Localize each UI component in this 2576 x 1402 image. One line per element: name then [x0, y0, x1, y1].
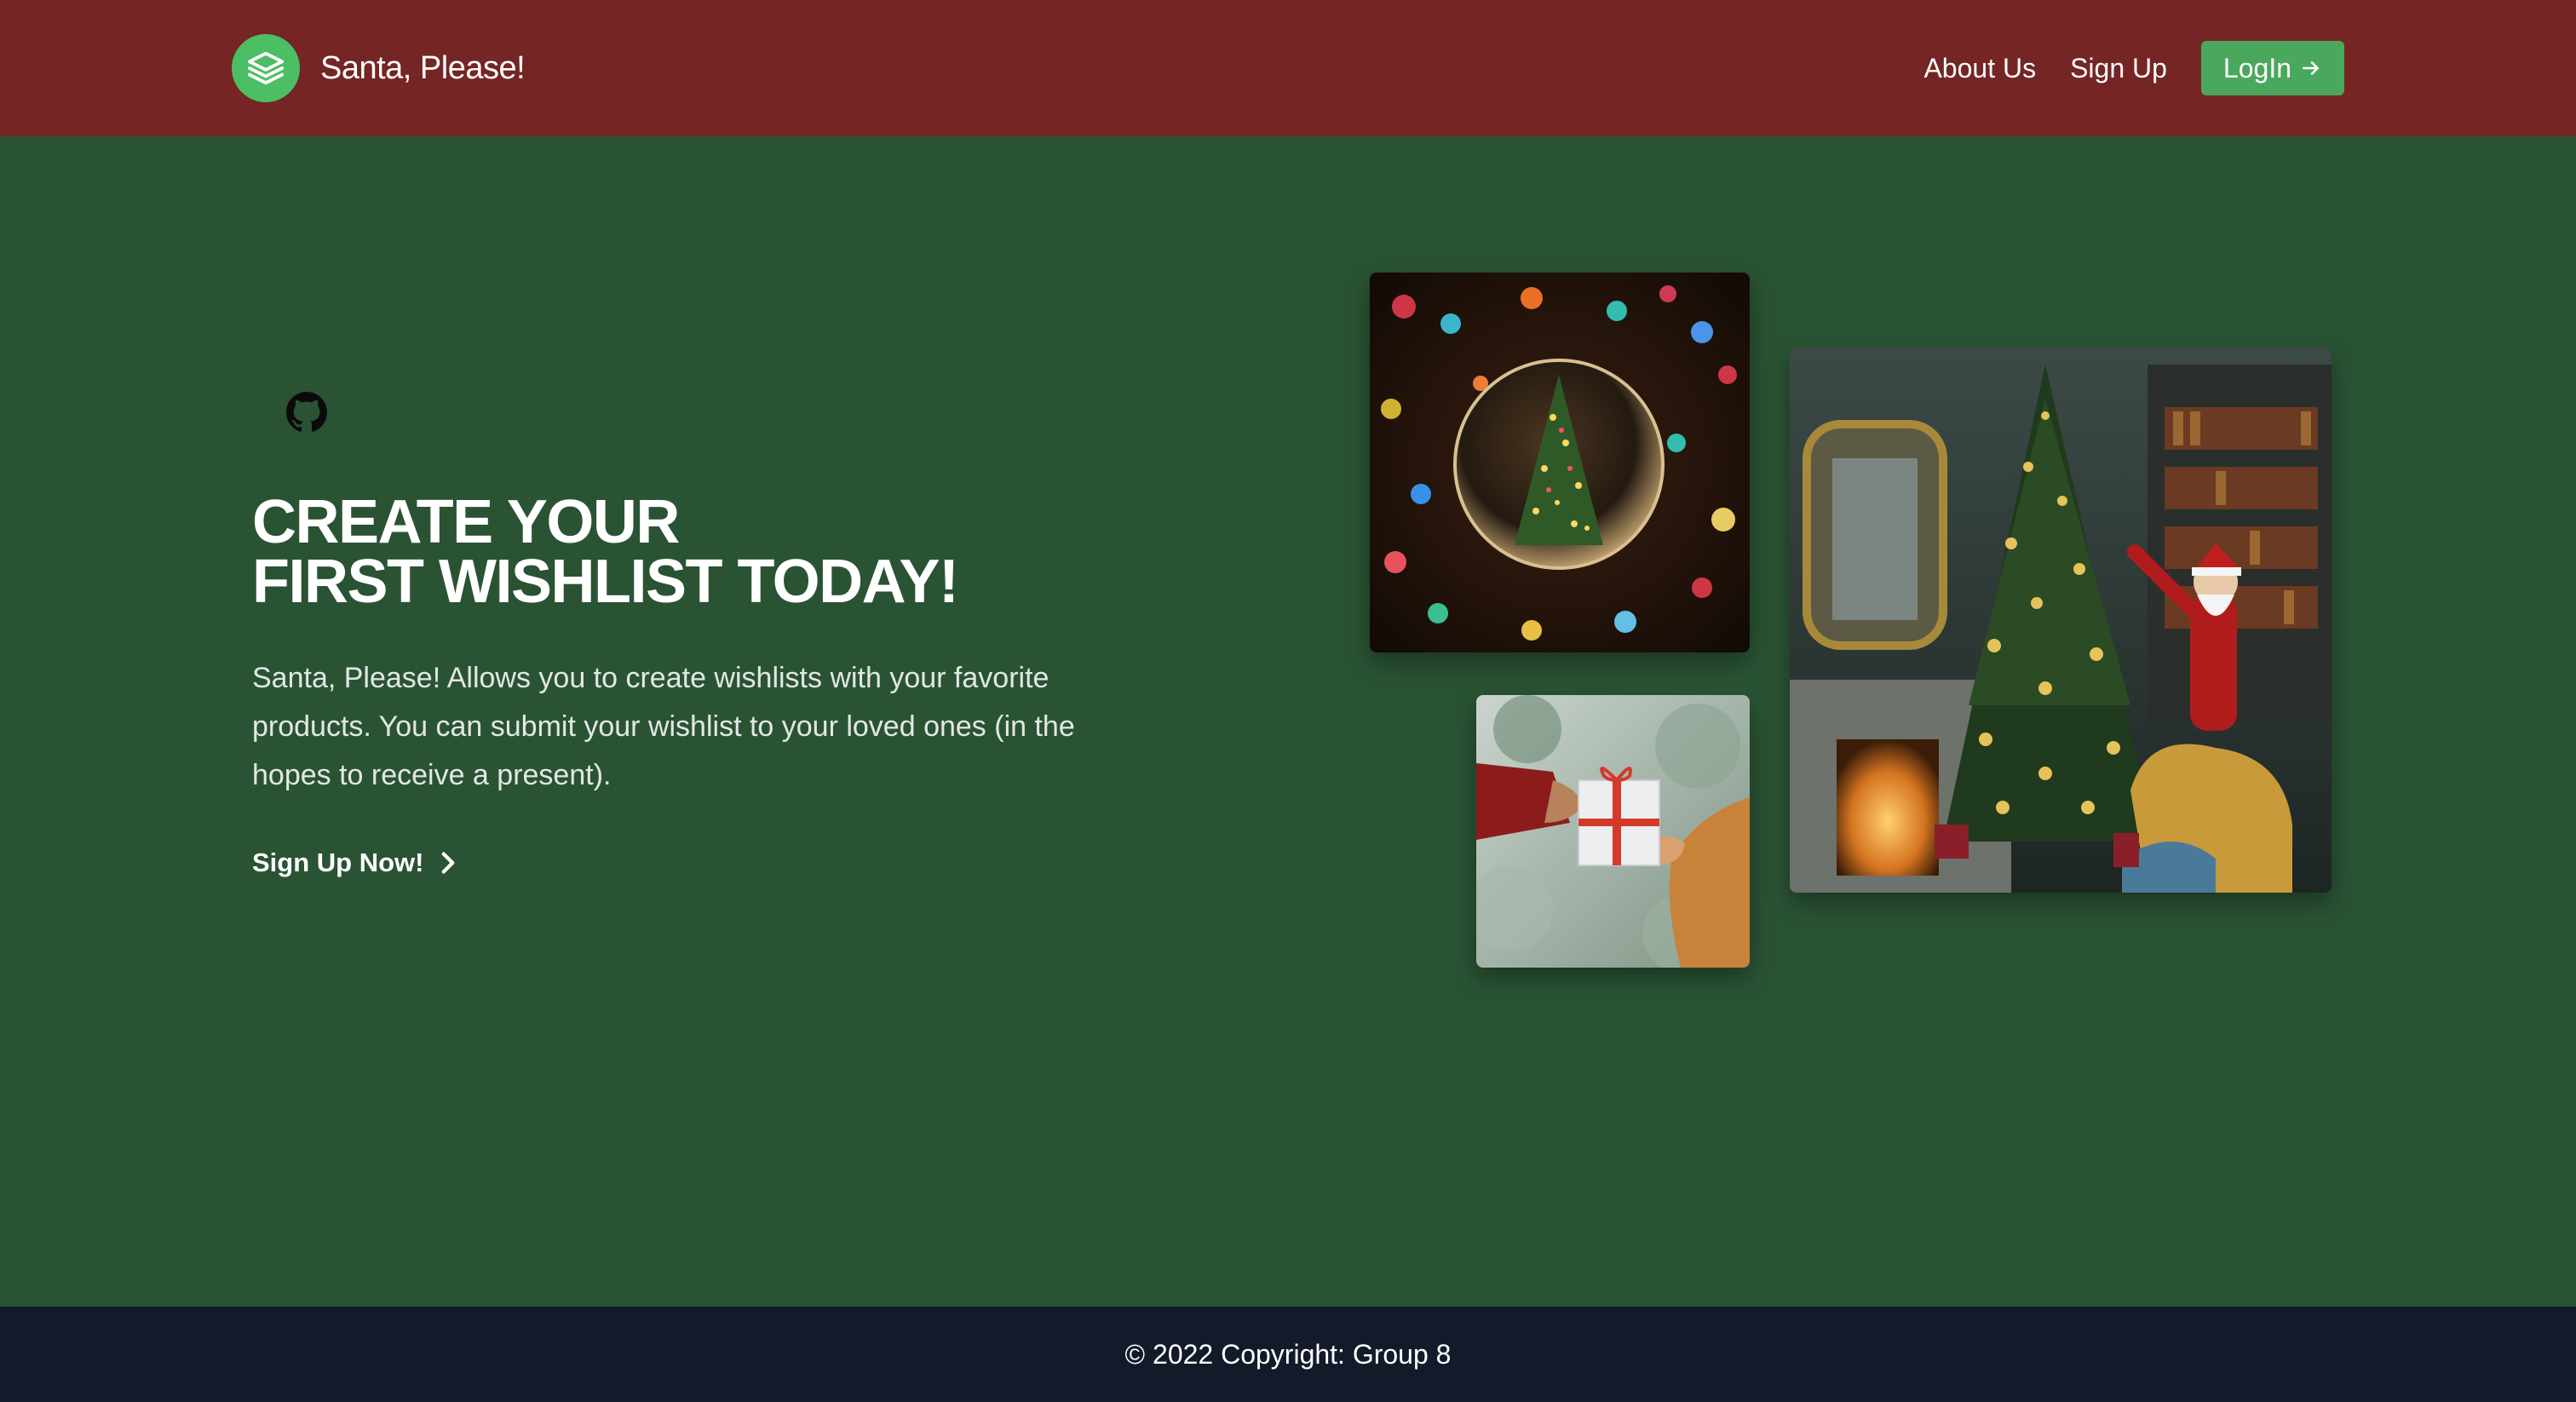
hero-title-line-2: FIRST WISHLIST TODAY! [252, 548, 959, 616]
chevron-right-icon [442, 852, 455, 874]
layers-icon [232, 34, 300, 102]
nav-about-us-link[interactable]: About Us [1923, 53, 2036, 84]
nav-sign-up-link[interactable]: Sign Up [2070, 53, 2167, 84]
hero-title: CREATE YOUR FIRST WISHLIST TODAY! [252, 488, 959, 616]
gift-exchange-image [1476, 695, 1750, 968]
copyright-text: © 2022 Copyright: Group 8 [1124, 1338, 1452, 1370]
login-button[interactable]: LogIn [2200, 41, 2344, 95]
footer: © 2022 Copyright: Group 8 [0, 1307, 2576, 1402]
github-icon[interactable] [286, 392, 327, 433]
main-nav: About Us Sign Up LogIn [1889, 41, 2344, 95]
hero-description: Santa, Please! Allows you to create wish… [252, 662, 1075, 791]
santa-tree-image [1790, 348, 2332, 893]
hero-title-line-1: CREATE YOUR [252, 488, 680, 556]
christmas-ornament-image [1370, 273, 1750, 652]
login-button-label: LogIn [2222, 52, 2291, 83]
sign-up-now-label: Sign Up Now! [252, 848, 424, 877]
top-navbar: Santa, Please! About Us Sign Up LogIn [0, 0, 2576, 136]
arrow-right-icon [2303, 61, 2319, 75]
brand-name: Santa, Please! [320, 49, 526, 86]
brand-link[interactable]: Santa, Please! [232, 34, 526, 102]
sign-up-now-link[interactable]: Sign Up Now! [252, 843, 457, 882]
